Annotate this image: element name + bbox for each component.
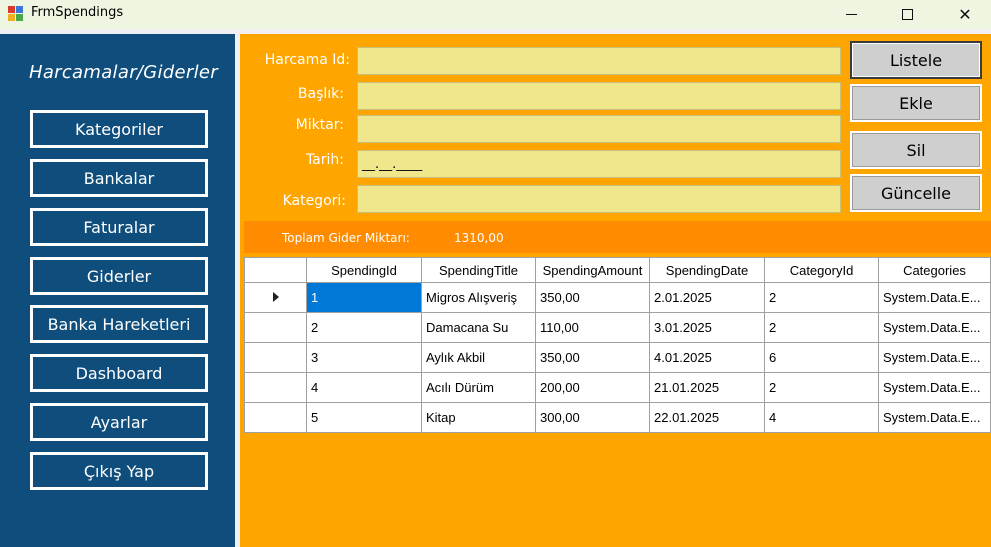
cell-categories[interactable]: System.Data.E... — [878, 282, 991, 313]
title-input[interactable] — [357, 82, 841, 110]
maximize-button[interactable] — [884, 0, 930, 29]
cell-spending-id[interactable]: 4 — [306, 372, 422, 403]
cell-spending-amount[interactable]: 200,00 — [535, 372, 650, 403]
cell-categories[interactable]: System.Data.E... — [878, 372, 991, 403]
window-title: FrmSpendings — [31, 5, 124, 20]
cell-spending-date[interactable]: 4.01.2025 — [649, 342, 765, 373]
nav-bills-button[interactable]: Faturalar — [30, 208, 208, 246]
cell-spending-amount[interactable]: 300,00 — [535, 402, 650, 433]
row-header[interactable] — [244, 342, 307, 373]
spending-id-label: Harcama Id: — [264, 52, 350, 68]
cell-spending-id[interactable]: 5 — [306, 402, 422, 433]
cell-spending-amount[interactable]: 350,00 — [535, 342, 650, 373]
row-header[interactable] — [244, 402, 307, 433]
column-header-categories[interactable]: Categories — [878, 257, 991, 283]
nav-logout-button[interactable]: Çıkış Yap — [30, 452, 208, 490]
total-bar: Toplam Gider Miktarı: 1310,00 — [244, 221, 991, 253]
cell-category-id[interactable]: 2 — [764, 312, 879, 343]
current-row-icon — [272, 292, 279, 302]
cell-category-id[interactable]: 2 — [764, 372, 879, 403]
cell-spending-id[interactable]: 3 — [306, 342, 422, 373]
minimize-button[interactable] — [828, 0, 874, 29]
title-bar: FrmSpendings ✕ — [0, 0, 991, 29]
total-value: 1310,00 — [454, 231, 504, 245]
cell-category-id[interactable]: 2 — [764, 282, 879, 313]
grid-corner — [244, 257, 307, 283]
amount-label: Miktar: — [295, 117, 344, 133]
cell-spending-title[interactable]: Damacana Su — [421, 312, 536, 343]
date-label: Tarih: — [305, 152, 344, 168]
cell-spending-title[interactable]: Kitap — [421, 402, 536, 433]
cell-spending-id[interactable]: 2 — [306, 312, 422, 343]
cell-spending-date[interactable]: 22.01.2025 — [649, 402, 765, 433]
cell-category-id[interactable]: 6 — [764, 342, 879, 373]
category-label: Kategori: — [282, 193, 346, 209]
row-header[interactable] — [244, 282, 307, 313]
column-header-spending-amount[interactable]: SpendingAmount — [535, 257, 650, 283]
cell-spending-date[interactable]: 21.01.2025 — [649, 372, 765, 403]
nav-categories-button[interactable]: Kategoriler — [30, 110, 208, 148]
list-button[interactable]: Listele — [850, 41, 982, 79]
main-panel: Harcama Id: Başlık: Miktar: Tarih: __.__… — [240, 34, 991, 547]
sidebar-title: Harcamalar/Giderler — [29, 62, 218, 83]
cell-categories[interactable]: System.Data.E... — [878, 312, 991, 343]
cell-spending-amount[interactable]: 110,00 — [535, 312, 650, 343]
table-row[interactable]: 1 Migros Alışveriş 350,00 2.01.2025 2 Sy… — [244, 282, 991, 313]
minimize-icon — [845, 14, 857, 15]
close-button[interactable]: ✕ — [942, 0, 988, 29]
cell-spending-title[interactable]: Aylık Akbil — [421, 342, 536, 373]
row-header[interactable] — [244, 312, 307, 343]
column-header-spending-date[interactable]: SpendingDate — [649, 257, 765, 283]
row-header[interactable] — [244, 372, 307, 403]
amount-input[interactable] — [357, 115, 841, 143]
delete-button[interactable]: Sil — [850, 131, 982, 169]
cell-spending-id[interactable]: 1 — [306, 282, 422, 313]
spending-id-input[interactable] — [357, 47, 841, 75]
spendings-grid[interactable]: SpendingId SpendingTitle SpendingAmount … — [244, 257, 991, 433]
title-label: Başlık: — [297, 86, 344, 102]
nav-settings-button[interactable]: Ayarlar — [30, 403, 208, 441]
cell-spending-amount[interactable]: 350,00 — [535, 282, 650, 313]
update-button[interactable]: Güncelle — [850, 174, 982, 212]
add-button[interactable]: Ekle — [850, 84, 982, 122]
app-icon — [8, 6, 24, 22]
cell-spending-title[interactable]: Migros Alışveriş — [421, 282, 536, 313]
sidebar: Harcamalar/Giderler Kategoriler Bankalar… — [0, 34, 235, 547]
cell-spending-date[interactable]: 2.01.2025 — [649, 282, 765, 313]
cell-category-id[interactable]: 4 — [764, 402, 879, 433]
column-header-spending-title[interactable]: SpendingTitle — [421, 257, 536, 283]
column-header-category-id[interactable]: CategoryId — [764, 257, 879, 283]
maximize-icon — [901, 9, 913, 20]
nav-banks-button[interactable]: Bankalar — [30, 159, 208, 197]
grid-header-row: SpendingId SpendingTitle SpendingAmount … — [244, 257, 991, 283]
table-row[interactable]: 5 Kitap 300,00 22.01.2025 4 System.Data.… — [244, 402, 991, 433]
nav-bank-transactions-button[interactable]: Banka Hareketleri — [30, 305, 208, 343]
cell-spending-date[interactable]: 3.01.2025 — [649, 312, 765, 343]
close-icon: ✕ — [958, 5, 972, 24]
total-label: Toplam Gider Miktarı: — [282, 231, 410, 245]
cell-categories[interactable]: System.Data.E... — [878, 402, 991, 433]
table-row[interactable]: 3 Aylık Akbil 350,00 4.01.2025 6 System.… — [244, 342, 991, 373]
column-header-spending-id[interactable]: SpendingId — [306, 257, 422, 283]
cell-spending-title[interactable]: Acılı Dürüm — [421, 372, 536, 403]
table-row[interactable]: 4 Acılı Dürüm 200,00 21.01.2025 2 System… — [244, 372, 991, 403]
nav-spendings-button[interactable]: Giderler — [30, 257, 208, 295]
category-input[interactable] — [357, 185, 841, 213]
cell-categories[interactable]: System.Data.E... — [878, 342, 991, 373]
date-masked-input[interactable]: __.__.____ — [357, 150, 841, 178]
nav-dashboard-button[interactable]: Dashboard — [30, 354, 208, 392]
table-row[interactable]: 2 Damacana Su 110,00 3.01.2025 2 System.… — [244, 312, 991, 343]
